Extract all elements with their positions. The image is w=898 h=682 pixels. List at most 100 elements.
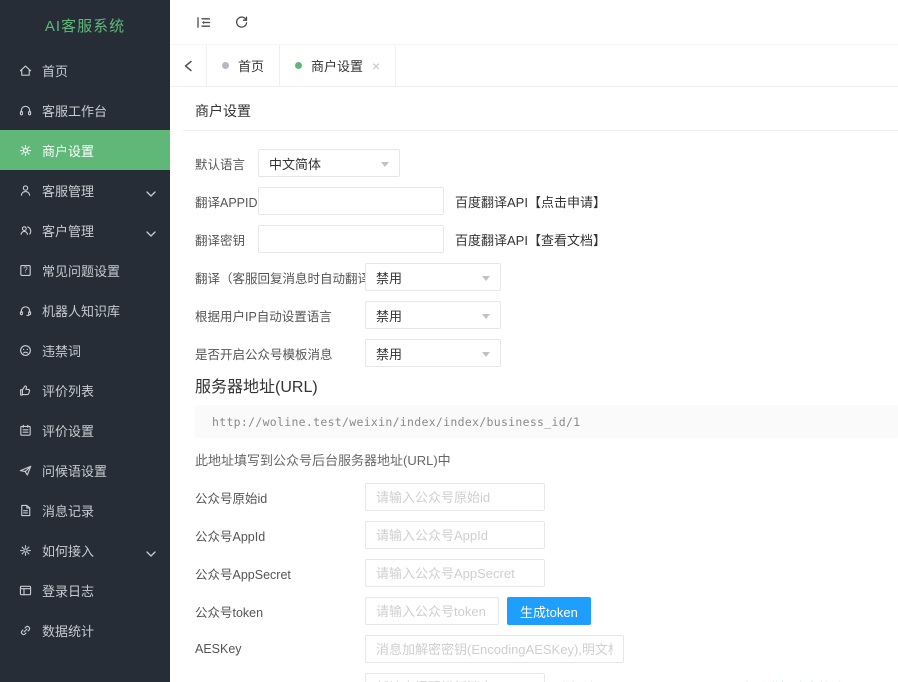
field-label: 公众号AppSecret	[195, 564, 365, 583]
form-row-translate-key: 翻译密钥 百度翻译API【查看文档】	[195, 225, 898, 253]
sidebar-item-faq-settings[interactable]: ? 常见问题设置	[0, 250, 170, 290]
tab-merchant-settings[interactable]: 商户设置 ×	[280, 45, 396, 86]
headset-icon	[17, 102, 33, 118]
aeskey-input[interactable]	[365, 635, 624, 663]
sidebar-item-login-logs[interactable]: 登录日志	[0, 570, 170, 610]
sidebar-item-message-records[interactable]: 消息记录	[0, 490, 170, 530]
frown-icon	[17, 342, 33, 358]
server-url-value: http://woline.test/weixin/index/index/bu…	[212, 415, 580, 429]
window-icon	[17, 582, 33, 598]
form-row-translate-auto: 翻译（客服回复消息时自动翻译） 禁用	[195, 263, 898, 291]
form-row-ip-language: 根据用户IP自动设置语言 禁用	[195, 301, 898, 329]
translate-key-input[interactable]	[258, 225, 444, 253]
ip-language-select[interactable]: 禁用	[365, 301, 501, 329]
sidebar-item-banned-words[interactable]: 违禁词	[0, 330, 170, 370]
sidebar-item-label: 问候语设置	[42, 461, 107, 480]
official-account-token-input[interactable]	[365, 597, 499, 625]
sidebar-item-label: 违禁词	[42, 341, 81, 360]
generate-token-button[interactable]: 生成token	[507, 597, 591, 625]
translate-appid-input[interactable]	[258, 187, 444, 215]
sidebar-item-home[interactable]: 首页	[0, 50, 170, 90]
new-visitor-template-id-input[interactable]	[365, 673, 545, 682]
sidebar-item-label: 数据统计	[42, 621, 94, 640]
chevron-down-icon	[146, 186, 156, 194]
sidebar-item-label: 首页	[42, 61, 68, 80]
plug-icon	[17, 542, 33, 558]
field-label: 翻译APPID	[195, 192, 258, 211]
svg-text:?: ?	[23, 265, 28, 274]
chevron-left-icon	[183, 60, 193, 72]
selected-value: 中文简体	[269, 154, 321, 173]
close-icon[interactable]: ×	[372, 59, 380, 73]
top-toolbar	[170, 0, 898, 45]
merchant-settings-form: 默认语言 中文简体 翻译APPID 百度翻译API【点击申请】 翻译密钥 百度翻…	[183, 131, 898, 682]
sidebar-item-workbench[interactable]: 客服工作台	[0, 90, 170, 130]
sidebar-item-label: 客服工作台	[42, 101, 107, 120]
form-row-default-language: 默认语言 中文简体	[195, 149, 898, 177]
tab-label: 首页	[238, 56, 264, 75]
sidebar-item-label: 机器人知识库	[42, 301, 120, 320]
server-url-block: http://woline.test/weixin/index/index/bu…	[195, 405, 898, 438]
sidebar-item-rating-settings[interactable]: 评价设置	[0, 410, 170, 450]
main-area: 首页 商户设置 × 商户设置 默认语言 中文简体 翻译APPID	[170, 0, 898, 682]
translate-auto-select[interactable]: 禁用	[365, 263, 501, 291]
form-row-template-message: 是否开启公众号模板消息 禁用	[195, 339, 898, 367]
sidebar-item-label: 评价列表	[42, 381, 94, 400]
form-row-aeskey: AESKey	[195, 635, 898, 663]
user-arc-icon	[17, 222, 33, 238]
baidu-api-docs-link[interactable]: 百度翻译API【查看文档】	[455, 230, 606, 249]
home-icon	[17, 62, 33, 78]
sidebar-item-label: 评价设置	[42, 421, 94, 440]
thumbs-up-icon	[17, 382, 33, 398]
chevron-down-icon	[146, 226, 156, 234]
link-icon	[17, 622, 33, 638]
sidebar-item-customer-management[interactable]: 客户管理	[0, 210, 170, 250]
form-row-original-id: 公众号原始id	[195, 483, 898, 511]
tab-status-dot	[222, 62, 229, 69]
selected-value: 禁用	[376, 268, 402, 287]
field-label: 根据用户IP自动设置语言	[195, 306, 365, 325]
sidebar-item-rating-list[interactable]: 评价列表	[0, 370, 170, 410]
tab-home[interactable]: 首页	[207, 45, 280, 86]
gear-icon	[17, 142, 33, 158]
sidebar: AI客服系统 首页 客服工作台 商户设置 客服管理 客户管理	[0, 0, 170, 682]
field-label: 是否开启公众号模板消息	[195, 344, 365, 363]
sidebar-menu: 首页 客服工作台 商户设置 客服管理 客户管理 ?	[0, 50, 170, 650]
refresh-icon[interactable]	[222, 0, 260, 44]
sidebar-item-label: 客户管理	[42, 221, 94, 240]
sidebar-item-merchant-settings[interactable]: 商户设置	[0, 130, 170, 170]
baidu-api-apply-link[interactable]: 百度翻译API【点击申请】	[455, 192, 606, 211]
template-message-select[interactable]: 禁用	[365, 339, 501, 367]
default-language-select[interactable]: 中文简体	[258, 149, 400, 177]
tab-scroll-left-button[interactable]	[170, 45, 207, 86]
official-account-appsecret-input[interactable]	[365, 559, 545, 587]
user-icon	[17, 182, 33, 198]
tab-bar: 首页 商户设置 ×	[170, 45, 898, 87]
sidebar-item-label: 登录日志	[42, 581, 94, 600]
chevron-down-icon	[146, 546, 156, 554]
collapse-menu-icon[interactable]	[184, 0, 222, 44]
content-panel: 商户设置 默认语言 中文简体 翻译APPID 百度翻译API【点击申请】 翻译密…	[170, 87, 898, 682]
sidebar-item-how-to-connect[interactable]: 如何接入	[0, 530, 170, 570]
form-row-translate-appid: 翻译APPID 百度翻译API【点击申请】	[195, 187, 898, 215]
sidebar-item-label: 客服管理	[42, 181, 94, 200]
form-row-new-visitor-template: 新访客提醒模板消息ID 模板编号: OPENTM416331462 查看模板消息…	[195, 673, 898, 682]
field-label: 公众号token	[195, 602, 365, 621]
sidebar-item-label: 常见问题设置	[42, 261, 120, 280]
sidebar-item-label: 商户设置	[42, 141, 94, 160]
official-account-original-id-input[interactable]	[365, 483, 545, 511]
sidebar-item-greeting-settings[interactable]: 问候语设置	[0, 450, 170, 490]
robot-icon	[17, 302, 33, 318]
official-account-appid-input[interactable]	[365, 521, 545, 549]
question-file-icon: ?	[17, 262, 33, 278]
sidebar-item-agent-management[interactable]: 客服管理	[0, 170, 170, 210]
sidebar-item-robot-knowledge[interactable]: 机器人知识库	[0, 290, 170, 330]
tab-status-dot	[295, 62, 302, 69]
field-label: 默认语言	[195, 154, 258, 173]
sidebar-item-data-statistics[interactable]: 数据统计	[0, 610, 170, 650]
page-title: 商户设置	[183, 87, 898, 131]
send-icon	[17, 462, 33, 478]
field-label: 新访客提醒模板消息ID	[195, 678, 365, 682]
selected-value: 禁用	[376, 344, 402, 363]
field-label: 翻译密钥	[195, 230, 258, 249]
